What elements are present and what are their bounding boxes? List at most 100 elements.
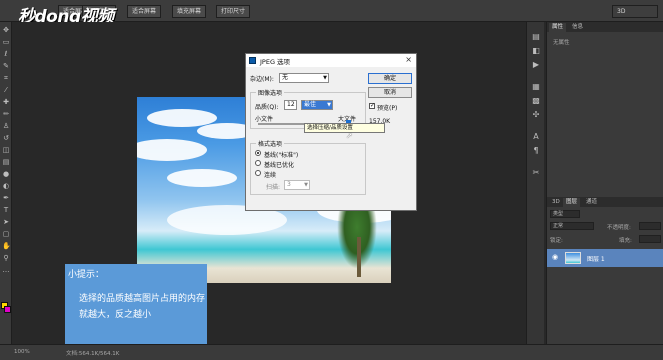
lock-label: 锁定: <box>550 238 563 244</box>
ps-app-icon <box>249 57 256 64</box>
layer-thumbnail <box>565 252 581 264</box>
layer-filter-select[interactable]: 类型 <box>550 210 580 218</box>
blend-mode-select[interactable]: 正常 <box>550 222 594 230</box>
marquee-tool-icon[interactable]: ▭ <box>2 38 10 46</box>
document-info: 文档:564.1K/564.1K <box>66 351 120 357</box>
palm-trunk <box>357 237 361 277</box>
hand-tool-icon[interactable]: ✋ <box>2 242 11 250</box>
dialog-titlebar[interactable]: JPEG 选项 × <box>246 54 416 67</box>
image-options-legend: 图像选项 <box>256 88 285 97</box>
tips-box: 小提示： 选择的品质越高图片占用的内存就越大，反之越小 <box>65 264 207 348</box>
tab-channels[interactable]: 通道 <box>583 198 600 207</box>
blend-mode-value: 正常 <box>553 223 564 229</box>
opacity-label: 不透明度: <box>607 225 631 231</box>
layers-tabbar: 3D 图层 通道 <box>547 197 663 207</box>
quality-label: 品质(Q): <box>255 104 279 111</box>
paragraph-icon[interactable]: ¶ <box>531 146 541 156</box>
mouse-cursor-icon: ➚ <box>346 131 353 140</box>
tab-properties[interactable]: 属性 <box>549 23 567 32</box>
no-properties-text: 无属性 <box>553 40 570 46</box>
cancel-button[interactable]: 取消 <box>368 87 412 98</box>
properties-tabbar: 属性 信息 <box>547 22 663 32</box>
baseline-standard-label: 基线("标准") <box>264 152 299 159</box>
layer-name: 图层 1 <box>587 256 605 263</box>
eye-icon[interactable]: ◉ <box>552 253 558 261</box>
play-actions-icon[interactable]: ▶ <box>531 60 541 70</box>
scans-label: 扫描: <box>266 184 281 191</box>
opacity-input[interactable] <box>639 222 661 230</box>
dialog-title: JPEG 选项 <box>260 58 291 66</box>
ok-button[interactable]: 确定 <box>368 73 412 84</box>
workspace-switcher[interactable]: 3D <box>612 5 658 18</box>
preview-checkbox[interactable]: ✓ <box>369 103 375 109</box>
print-size-button[interactable]: 打印尺寸 <box>216 5 251 18</box>
matte-select[interactable]: 无 ▼ <box>279 73 329 83</box>
history-icon[interactable]: ▤ <box>531 32 541 42</box>
baseline-optimized-label: 基线已优化 <box>264 162 295 169</box>
history-brush-tool-icon[interactable]: ↺ <box>2 134 10 142</box>
baseline-optimized-radio[interactable] <box>255 160 261 166</box>
lasso-tool-icon[interactable]: ℓ <box>2 50 10 58</box>
zoom-tool-icon[interactable]: ⚲ <box>2 254 10 262</box>
layer-row[interactable]: ◉ 图层 1 <box>547 249 663 267</box>
tab-layers[interactable]: 图层 <box>563 198 581 207</box>
background-color-swatch[interactable] <box>4 306 11 313</box>
type-tool-icon[interactable]: T <box>2 206 10 214</box>
baseline-standard-radio[interactable] <box>255 150 261 156</box>
fit-screen-button[interactable]: 适合屏幕 <box>127 5 162 18</box>
tips-body: 选择的品质越高图片占用的内存就越大，反之越小 <box>79 294 206 320</box>
preview-label: 预览(P) <box>377 105 398 112</box>
shape-tool-icon[interactable]: ▢ <box>2 230 10 238</box>
scans-value: 3 <box>287 181 291 188</box>
quality-input[interactable]: 12 <box>284 100 297 110</box>
progressive-label: 连续 <box>264 172 277 179</box>
more-tools-icon[interactable]: … <box>2 266 10 274</box>
quality-tooltip: 选择压缩/品质设置 <box>304 123 385 133</box>
quick-select-tool-icon[interactable]: ✎ <box>2 62 10 70</box>
properties-icon[interactable]: ◧ <box>531 46 541 56</box>
scans-select[interactable]: 3 ▼ <box>284 180 310 190</box>
path-select-tool-icon[interactable]: ➤ <box>2 218 10 226</box>
tips-title: 小提示： <box>68 270 105 280</box>
matte-value: 无 <box>282 74 289 81</box>
fill-input[interactable] <box>639 235 661 243</box>
adjustments-icon[interactable]: ▦ <box>531 82 541 92</box>
swatches-icon[interactable]: ▩ <box>531 96 541 106</box>
layer-filter-value: 类型 <box>553 211 564 217</box>
character-icon[interactable]: A <box>531 132 541 142</box>
quality-preset-select[interactable]: 最佳 ▼ <box>301 100 333 110</box>
tab-3d[interactable]: 3D <box>549 198 563 207</box>
gradient-tool-icon[interactable]: ▤ <box>2 158 10 166</box>
chevron-down-icon: ▼ <box>304 182 308 188</box>
eyedropper-tool-icon[interactable]: ⁄ <box>2 86 10 94</box>
dodge-tool-icon[interactable]: ◐ <box>2 182 10 190</box>
crop-tool-icon[interactable]: ⌗ <box>2 74 10 82</box>
status-bar: 100% 文档:564.1K/564.1K <box>0 344 663 360</box>
brush-tool-icon[interactable]: ✏ <box>2 110 10 118</box>
quality-preset-value: 最佳 <box>304 101 317 108</box>
blur-tool-icon[interactable]: ● <box>2 170 10 178</box>
close-icon[interactable]: × <box>405 55 412 64</box>
brush-presets-icon[interactable]: ✣ <box>531 110 541 120</box>
small-file-label: 小文件 <box>255 116 274 123</box>
eraser-tool-icon[interactable]: ◫ <box>2 146 10 154</box>
cloud <box>167 169 237 187</box>
move-tool-icon[interactable]: ✥ <box>2 26 10 34</box>
chevron-down-icon: ▼ <box>327 102 331 108</box>
panel-icon-strip: ▤ ◧ ▶ ▦ ▩ ✣ A ¶ ✂ <box>526 22 544 344</box>
stamp-tool-icon[interactable]: ♙ <box>2 122 10 130</box>
fill-screen-button[interactable]: 填充屏幕 <box>172 5 207 18</box>
pen-tool-icon[interactable]: ✒ <box>2 194 10 202</box>
cloud <box>137 139 207 161</box>
healing-tool-icon[interactable]: ✚ <box>2 98 10 106</box>
tool-presets-icon[interactable]: ✂ <box>531 168 541 178</box>
fill-label: 填充: <box>619 238 632 244</box>
format-options-legend: 格式选项 <box>256 139 285 148</box>
matte-label: 杂边(M): <box>250 76 274 83</box>
tools-panel: ✥ ▭ ℓ ✎ ⌗ ⁄ ✚ ✏ ♙ ↺ ◫ ▤ ● ◐ ✒ T ➤ ▢ ✋ ⚲ … <box>0 22 12 352</box>
tab-info[interactable]: 信息 <box>569 23 586 32</box>
chevron-down-icon: ▼ <box>323 75 327 81</box>
right-panels: 属性 信息 无属性 3D 图层 通道 类型 正常 不透明度: 锁定: 填充: ◉… <box>546 22 663 344</box>
zoom-readout: 100% <box>14 349 30 355</box>
progressive-radio[interactable] <box>255 170 261 176</box>
